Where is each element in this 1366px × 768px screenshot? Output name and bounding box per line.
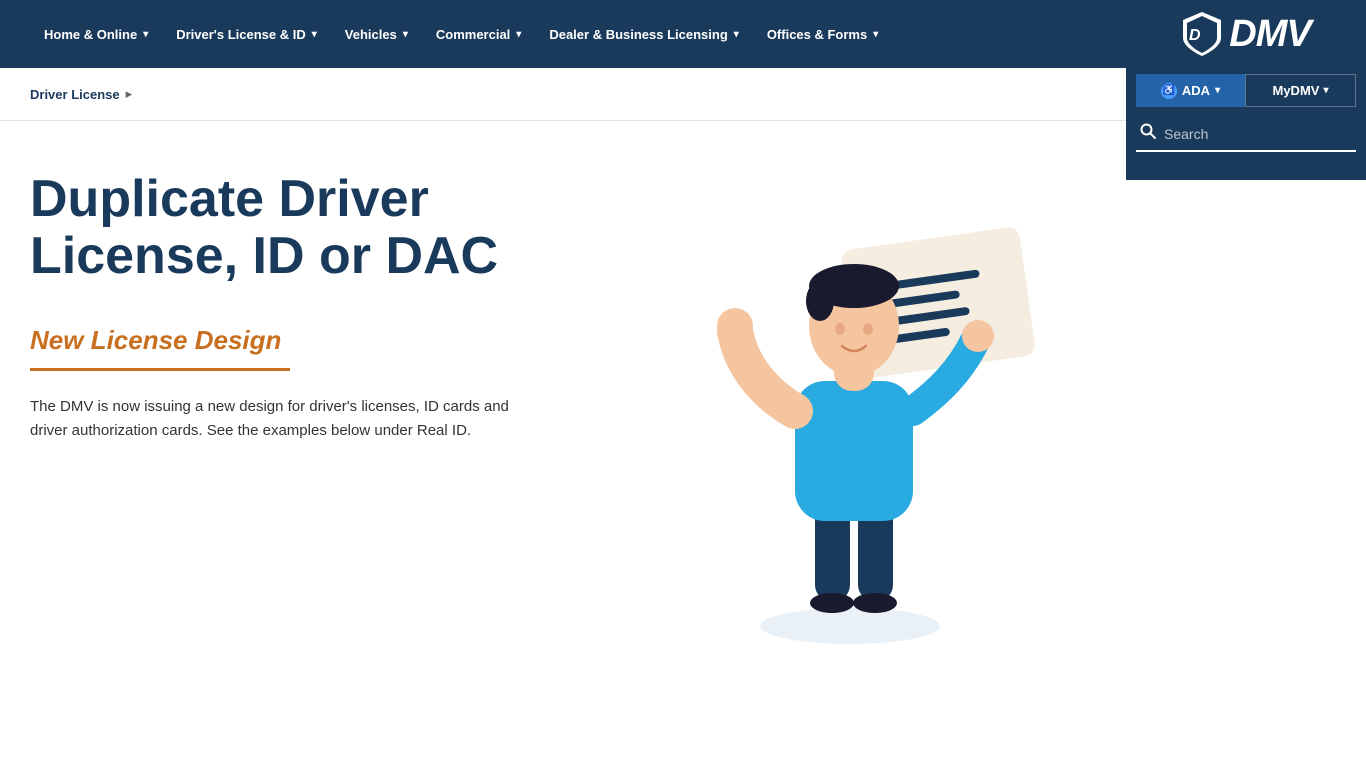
search-icon [1140, 123, 1156, 144]
hero-illustration [620, 171, 1040, 651]
ada-button[interactable]: ♿ ADA ▾ [1136, 74, 1245, 107]
logo-area: D DMV ♿ ADA ▾ MyDMV ▾ [1126, 0, 1366, 180]
main-navigation: Home & Online ▾ Driver's License & ID ▾ … [0, 0, 1366, 68]
page-title: Duplicate Driver License, ID or DAC [30, 171, 550, 285]
nav-item-dealer[interactable]: Dealer & Business Licensing ▾ [535, 0, 752, 68]
search-box [1136, 117, 1356, 152]
chevron-down-icon: ▾ [734, 29, 739, 40]
main-content: Duplicate Driver License, ID or DAC New … [0, 121, 1100, 701]
content-left: Duplicate Driver License, ID or DAC New … [30, 171, 550, 651]
chevron-down-icon: ▾ [873, 29, 878, 40]
section-divider [30, 368, 290, 371]
chevron-down-icon: ▾ [403, 29, 408, 40]
dmv-logo[interactable]: D DMV [1181, 10, 1310, 58]
search-input[interactable] [1164, 126, 1352, 142]
section-text: The DMV is now issuing a new design for … [30, 395, 550, 443]
header-buttons: ♿ ADA ▾ MyDMV ▾ [1126, 74, 1366, 107]
chevron-down-icon: ▾ [1323, 85, 1328, 96]
mydmv-button[interactable]: MyDMV ▾ [1245, 74, 1356, 107]
chevron-down-icon: ▾ [1215, 85, 1220, 96]
shield-icon: D [1181, 10, 1223, 58]
breadcrumb-separator: ▸ [126, 86, 133, 102]
content-right [590, 171, 1070, 651]
chevron-down-icon: ▾ [143, 29, 148, 40]
svg-text:D: D [1189, 27, 1201, 44]
nav-item-home[interactable]: Home & Online ▾ [30, 0, 162, 68]
nav-item-drivers-license[interactable]: Driver's License & ID ▾ [162, 0, 331, 68]
dmv-text: DMV [1229, 13, 1310, 56]
ada-icon: ♿ [1161, 83, 1177, 99]
nav-item-offices[interactable]: Offices & Forms ▾ [753, 0, 892, 68]
nav-item-commercial[interactable]: Commercial ▾ [422, 0, 535, 68]
nav-item-vehicles[interactable]: Vehicles ▾ [331, 0, 422, 68]
chevron-down-icon: ▾ [312, 29, 317, 40]
section-title: New License Design [30, 325, 550, 356]
breadcrumb-link-driver-license[interactable]: Driver License [30, 87, 120, 102]
chevron-down-icon: ▾ [516, 29, 521, 40]
